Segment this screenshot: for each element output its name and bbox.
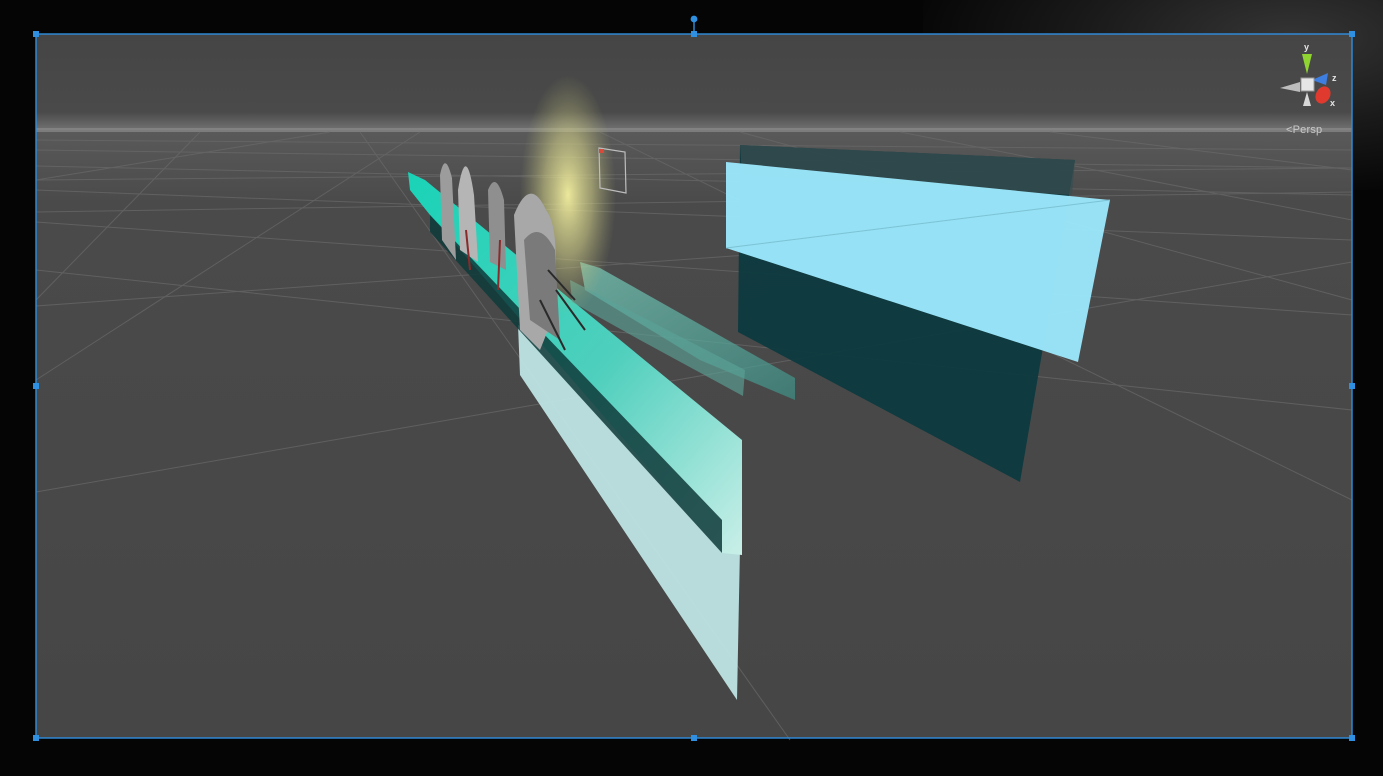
handle-bottom-left[interactable] — [33, 735, 39, 741]
handle-mid-right[interactable] — [1349, 383, 1355, 389]
gizmo-neg-x-cone[interactable] — [1280, 82, 1300, 92]
handle-bottom-center[interactable] — [691, 735, 697, 741]
viewport-sky — [36, 34, 1352, 134]
handle-top-left[interactable] — [33, 31, 39, 37]
gizmo-neg-y-cone[interactable] — [1303, 92, 1311, 106]
gizmo-center-cube[interactable] — [1300, 77, 1315, 92]
projection-label: Persp — [1292, 124, 1323, 136]
gizmo-x-label: x — [1330, 98, 1335, 108]
gizmo-z-label: z — [1332, 73, 1337, 83]
handle-top-center[interactable] — [691, 31, 697, 37]
horizon-line — [36, 128, 1352, 132]
handle-rotate[interactable] — [690, 15, 698, 23]
handle-bottom-right[interactable] — [1349, 735, 1355, 741]
handle-top-right[interactable] — [1349, 31, 1355, 37]
orientation-gizmo[interactable]: y z x — [1274, 40, 1344, 115]
scene-viewport[interactable] — [0, 0, 1383, 776]
handle-mid-left[interactable] — [33, 383, 39, 389]
camera-gizmo-marker — [599, 149, 604, 153]
gizmo-y-label: y — [1304, 42, 1309, 52]
projection-toggle[interactable]: <Persp — [1286, 124, 1322, 136]
gizmo-y-cone[interactable] — [1302, 54, 1312, 74]
